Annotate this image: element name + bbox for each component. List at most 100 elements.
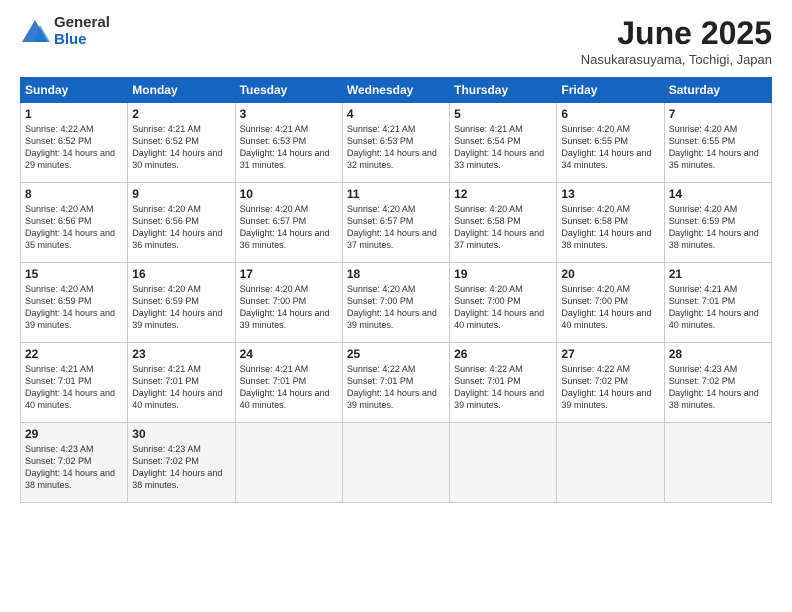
day-info: Sunrise: 4:21 AMSunset: 7:01 PMDaylight:…	[240, 364, 330, 410]
day-number: 16	[132, 267, 230, 281]
day-info: Sunrise: 4:20 AMSunset: 6:56 PMDaylight:…	[25, 204, 115, 250]
day-number: 23	[132, 347, 230, 361]
day-number: 7	[669, 107, 767, 121]
table-row: 30 Sunrise: 4:23 AMSunset: 7:02 PMDaylig…	[128, 423, 235, 503]
header-monday: Monday	[128, 78, 235, 103]
day-info: Sunrise: 4:22 AMSunset: 7:01 PMDaylight:…	[454, 364, 544, 410]
table-row: 5 Sunrise: 4:21 AMSunset: 6:54 PMDayligh…	[450, 103, 557, 183]
table-row: 8 Sunrise: 4:20 AMSunset: 6:56 PMDayligh…	[21, 183, 128, 263]
table-row: 12 Sunrise: 4:20 AMSunset: 6:58 PMDaylig…	[450, 183, 557, 263]
table-row: 10 Sunrise: 4:20 AMSunset: 6:57 PMDaylig…	[235, 183, 342, 263]
day-number: 13	[561, 187, 659, 201]
day-number: 14	[669, 187, 767, 201]
header-tuesday: Tuesday	[235, 78, 342, 103]
table-row: 19 Sunrise: 4:20 AMSunset: 7:00 PMDaylig…	[450, 263, 557, 343]
day-number: 18	[347, 267, 445, 281]
day-info: Sunrise: 4:23 AMSunset: 7:02 PMDaylight:…	[132, 444, 222, 490]
day-number: 3	[240, 107, 338, 121]
day-number: 17	[240, 267, 338, 281]
calendar-week-row: 15 Sunrise: 4:20 AMSunset: 6:59 PMDaylig…	[21, 263, 772, 343]
table-row: 21 Sunrise: 4:21 AMSunset: 7:01 PMDaylig…	[664, 263, 771, 343]
day-number: 5	[454, 107, 552, 121]
day-info: Sunrise: 4:20 AMSunset: 7:00 PMDaylight:…	[347, 284, 437, 330]
day-info: Sunrise: 4:20 AMSunset: 6:59 PMDaylight:…	[25, 284, 115, 330]
table-row: 11 Sunrise: 4:20 AMSunset: 6:57 PMDaylig…	[342, 183, 449, 263]
day-info: Sunrise: 4:21 AMSunset: 6:53 PMDaylight:…	[240, 124, 330, 170]
table-row: 24 Sunrise: 4:21 AMSunset: 7:01 PMDaylig…	[235, 343, 342, 423]
logo-text: General Blue	[54, 15, 110, 48]
day-info: Sunrise: 4:20 AMSunset: 6:57 PMDaylight:…	[240, 204, 330, 250]
day-info: Sunrise: 4:20 AMSunset: 6:55 PMDaylight:…	[669, 124, 759, 170]
day-number: 11	[347, 187, 445, 201]
day-number: 8	[25, 187, 123, 201]
day-info: Sunrise: 4:20 AMSunset: 7:00 PMDaylight:…	[454, 284, 544, 330]
calendar-week-row: 22 Sunrise: 4:21 AMSunset: 7:01 PMDaylig…	[21, 343, 772, 423]
location: Nasukarasuyama, Tochigi, Japan	[581, 52, 772, 67]
table-row: 22 Sunrise: 4:21 AMSunset: 7:01 PMDaylig…	[21, 343, 128, 423]
day-number: 19	[454, 267, 552, 281]
logo: General Blue	[20, 15, 110, 48]
day-number: 1	[25, 107, 123, 121]
table-row: 25 Sunrise: 4:22 AMSunset: 7:01 PMDaylig…	[342, 343, 449, 423]
table-row: 3 Sunrise: 4:21 AMSunset: 6:53 PMDayligh…	[235, 103, 342, 183]
day-info: Sunrise: 4:22 AMSunset: 6:52 PMDaylight:…	[25, 124, 115, 170]
day-number: 30	[132, 427, 230, 441]
table-row: 9 Sunrise: 4:20 AMSunset: 6:56 PMDayligh…	[128, 183, 235, 263]
calendar-week-row: 1 Sunrise: 4:22 AMSunset: 6:52 PMDayligh…	[21, 103, 772, 183]
day-number: 29	[25, 427, 123, 441]
table-row: 17 Sunrise: 4:20 AMSunset: 7:00 PMDaylig…	[235, 263, 342, 343]
day-number: 12	[454, 187, 552, 201]
day-info: Sunrise: 4:20 AMSunset: 7:00 PMDaylight:…	[561, 284, 651, 330]
day-info: Sunrise: 4:22 AMSunset: 7:02 PMDaylight:…	[561, 364, 651, 410]
header-sunday: Sunday	[21, 78, 128, 103]
day-info: Sunrise: 4:20 AMSunset: 6:57 PMDaylight:…	[347, 204, 437, 250]
table-row: 4 Sunrise: 4:21 AMSunset: 6:53 PMDayligh…	[342, 103, 449, 183]
title-block: June 2025 Nasukarasuyama, Tochigi, Japan	[581, 15, 772, 67]
table-row: 23 Sunrise: 4:21 AMSunset: 7:01 PMDaylig…	[128, 343, 235, 423]
table-row: 14 Sunrise: 4:20 AMSunset: 6:59 PMDaylig…	[664, 183, 771, 263]
header-friday: Friday	[557, 78, 664, 103]
day-number: 25	[347, 347, 445, 361]
table-row: 7 Sunrise: 4:20 AMSunset: 6:55 PMDayligh…	[664, 103, 771, 183]
month-title: June 2025	[581, 15, 772, 52]
day-info: Sunrise: 4:20 AMSunset: 6:55 PMDaylight:…	[561, 124, 651, 170]
day-number: 10	[240, 187, 338, 201]
day-info: Sunrise: 4:21 AMSunset: 6:52 PMDaylight:…	[132, 124, 222, 170]
day-number: 22	[25, 347, 123, 361]
table-row	[235, 423, 342, 503]
day-info: Sunrise: 4:20 AMSunset: 6:58 PMDaylight:…	[454, 204, 544, 250]
calendar-week-row: 8 Sunrise: 4:20 AMSunset: 6:56 PMDayligh…	[21, 183, 772, 263]
day-number: 4	[347, 107, 445, 121]
day-info: Sunrise: 4:23 AMSunset: 7:02 PMDaylight:…	[669, 364, 759, 410]
table-row	[557, 423, 664, 503]
day-info: Sunrise: 4:20 AMSunset: 6:59 PMDaylight:…	[132, 284, 222, 330]
header-saturday: Saturday	[664, 78, 771, 103]
day-number: 27	[561, 347, 659, 361]
table-row: 18 Sunrise: 4:20 AMSunset: 7:00 PMDaylig…	[342, 263, 449, 343]
day-number: 6	[561, 107, 659, 121]
table-row: 26 Sunrise: 4:22 AMSunset: 7:01 PMDaylig…	[450, 343, 557, 423]
table-row: 16 Sunrise: 4:20 AMSunset: 6:59 PMDaylig…	[128, 263, 235, 343]
day-info: Sunrise: 4:20 AMSunset: 6:58 PMDaylight:…	[561, 204, 651, 250]
header: General Blue June 2025 Nasukarasuyama, T…	[20, 15, 772, 67]
day-number: 9	[132, 187, 230, 201]
day-info: Sunrise: 4:21 AMSunset: 7:01 PMDaylight:…	[669, 284, 759, 330]
day-info: Sunrise: 4:21 AMSunset: 7:01 PMDaylight:…	[25, 364, 115, 410]
day-info: Sunrise: 4:20 AMSunset: 6:59 PMDaylight:…	[669, 204, 759, 250]
table-row: 28 Sunrise: 4:23 AMSunset: 7:02 PMDaylig…	[664, 343, 771, 423]
day-number: 2	[132, 107, 230, 121]
header-thursday: Thursday	[450, 78, 557, 103]
day-number: 15	[25, 267, 123, 281]
table-row: 13 Sunrise: 4:20 AMSunset: 6:58 PMDaylig…	[557, 183, 664, 263]
weekday-header-row: Sunday Monday Tuesday Wednesday Thursday…	[21, 78, 772, 103]
calendar-page: General Blue June 2025 Nasukarasuyama, T…	[0, 0, 792, 612]
day-info: Sunrise: 4:21 AMSunset: 6:54 PMDaylight:…	[454, 124, 544, 170]
table-row: 6 Sunrise: 4:20 AMSunset: 6:55 PMDayligh…	[557, 103, 664, 183]
day-info: Sunrise: 4:22 AMSunset: 7:01 PMDaylight:…	[347, 364, 437, 410]
logo-icon	[20, 17, 50, 47]
table-row	[342, 423, 449, 503]
day-info: Sunrise: 4:20 AMSunset: 6:56 PMDaylight:…	[132, 204, 222, 250]
day-info: Sunrise: 4:23 AMSunset: 7:02 PMDaylight:…	[25, 444, 115, 490]
day-number: 20	[561, 267, 659, 281]
table-row	[450, 423, 557, 503]
